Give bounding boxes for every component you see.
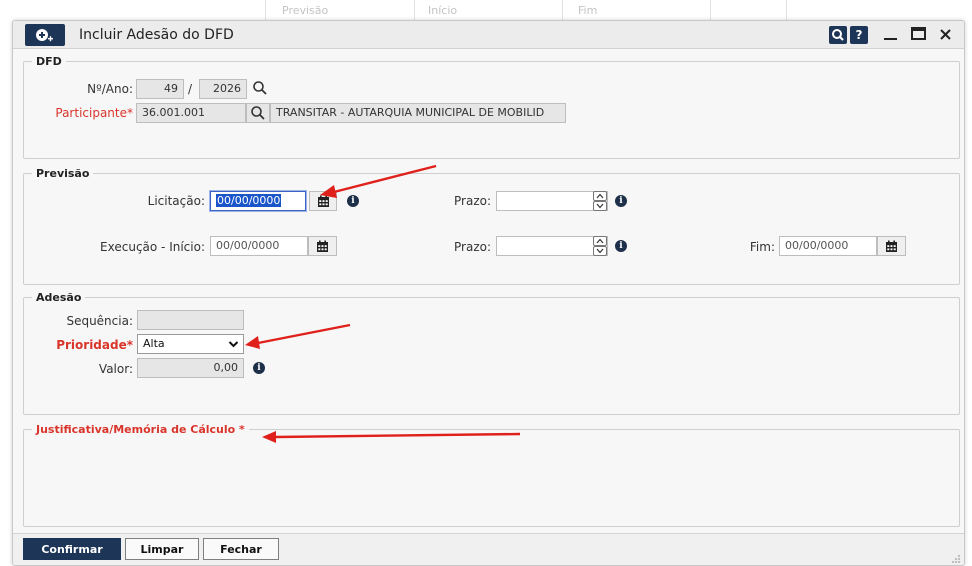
numero-search-button[interactable] — [249, 78, 271, 98]
prioridade-selected-value: Alta — [143, 337, 165, 350]
participante-name-field: TRANSITAR - AUTARQUIA MUNICIPAL DE MOBIL… — [270, 103, 566, 123]
fim-calendar-button[interactable] — [877, 236, 906, 256]
numero-ano-separator: / — [188, 82, 193, 96]
participante-search-button[interactable] — [246, 103, 270, 123]
licitacao-info-icon[interactable]: i — [347, 195, 359, 207]
valor-label: Valor: — [98, 362, 133, 376]
licitacao-date-input[interactable]: 00/00/0000 — [210, 191, 306, 211]
numero-field[interactable]: 49 — [136, 79, 184, 99]
valor-field: 0,00 — [137, 358, 244, 378]
close-button[interactable] — [939, 26, 953, 46]
calendar-icon — [317, 240, 328, 252]
execucao-date-input[interactable]: 00/00/0000 — [210, 236, 308, 256]
confirmar-button[interactable]: Confirmar — [23, 538, 121, 560]
fechar-button[interactable]: Fechar — [203, 538, 279, 560]
justificativa-section[interactable]: Justificativa/Memória de Cálculo * — [23, 423, 960, 527]
prazo-info-icon-2[interactable]: i — [615, 240, 627, 252]
chevron-down-icon — [228, 341, 239, 348]
minimize-button[interactable] — [883, 23, 899, 47]
minimize-icon — [884, 38, 897, 40]
dialog-title: Incluir Adesão do DFD — [79, 27, 234, 43]
limpar-button[interactable]: Limpar — [125, 538, 199, 560]
prazo-info-icon-1[interactable]: i — [615, 195, 627, 207]
maximize-button[interactable] — [911, 26, 927, 46]
maximize-icon — [911, 27, 926, 40]
prazo-input-1[interactable] — [496, 191, 608, 211]
sequencia-label: Sequência: — [66, 314, 133, 328]
licitacao-label: Licitação: — [147, 194, 205, 208]
adesao-legend: Adesão — [36, 291, 82, 304]
column-separator — [786, 0, 787, 20]
prazo-spinner-2[interactable] — [593, 236, 607, 256]
fim-label: Fim: — [749, 240, 775, 254]
previsao-legend: Previsão — [36, 167, 90, 180]
valor-info-icon[interactable]: i — [253, 362, 265, 374]
column-header-previsao: Previsão — [282, 4, 329, 17]
prazo-spinner-1[interactable] — [593, 191, 607, 211]
calendar-icon — [886, 240, 897, 252]
licitacao-calendar-button[interactable] — [309, 191, 337, 211]
ano-field[interactable]: 2026 — [199, 79, 247, 99]
search-icon — [832, 29, 844, 41]
participante-code-field[interactable]: 36.001.001 — [136, 103, 246, 123]
previsao-section: Previsão — [23, 167, 960, 285]
prioridade-label: Prioridade* — [56, 338, 133, 352]
column-separator — [562, 0, 563, 20]
prazo-label-2: Prazo: — [454, 240, 491, 254]
participante-label: Participante* — [55, 106, 133, 120]
background-table-header: Previsão Início Fim — [0, 0, 972, 20]
column-header-fim: Fim — [578, 4, 598, 17]
licitacao-date-value: 00/00/0000 — [216, 194, 282, 207]
column-separator — [710, 0, 711, 20]
search-icon — [251, 106, 265, 120]
resize-grip-icon[interactable] — [951, 554, 961, 564]
sequencia-field — [137, 310, 244, 330]
close-icon — [940, 29, 951, 40]
execucao-calendar-button[interactable] — [308, 236, 337, 256]
dialog-footer: Confirmar Limpar Fechar — [13, 533, 964, 565]
add-record-icon — [25, 24, 65, 46]
prazo-input-2[interactable] — [496, 236, 608, 256]
fim-date-input[interactable]: 00/00/0000 — [779, 236, 877, 256]
prioridade-select[interactable]: Alta — [137, 334, 244, 354]
calendar-icon — [317, 195, 329, 207]
column-separator — [414, 0, 415, 20]
column-separator — [265, 0, 266, 20]
execucao-inicio-label: Execução - Início: — [100, 240, 205, 254]
numero-ano-label: Nº/Ano: — [87, 82, 133, 96]
column-header-inicio: Início — [428, 4, 458, 17]
dialog-search-button[interactable] — [829, 26, 847, 44]
dialog-help-button[interactable]: ? — [850, 26, 868, 44]
prazo-label-1: Prazo: — [454, 194, 491, 208]
justificativa-legend: Justificativa/Memória de Cálculo * — [36, 423, 245, 436]
search-icon — [253, 81, 267, 95]
dfd-legend: DFD — [36, 55, 62, 68]
dialog-titlebar[interactable]: Incluir Adesão do DFD ? — [13, 21, 964, 49]
incluir-adesao-dialog: Incluir Adesão do DFD ? DFD Nº/Ano: 49 /… — [12, 20, 965, 566]
